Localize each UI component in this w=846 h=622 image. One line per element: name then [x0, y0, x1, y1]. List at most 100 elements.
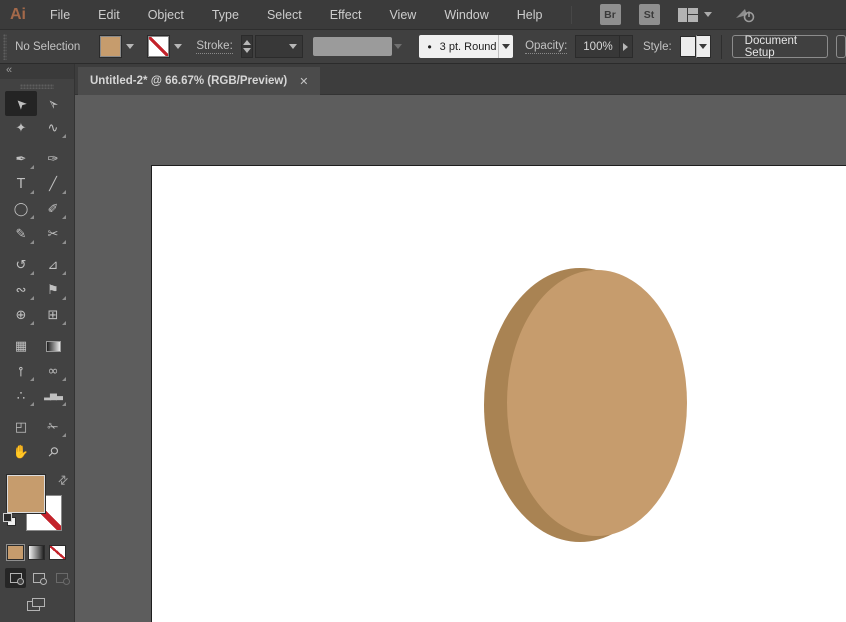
tool-mesh[interactable]: ▦: [5, 334, 37, 359]
brush-definition-field[interactable]: • 3 pt. Round: [419, 35, 498, 58]
brush-definition-dropdown[interactable]: [498, 35, 513, 58]
close-icon[interactable]: ✕: [299, 75, 308, 88]
workspace-switcher[interactable]: [678, 8, 712, 22]
opacity-label[interactable]: Opacity:: [525, 40, 567, 54]
pasteboard: [75, 95, 846, 622]
stroke-weight-label[interactable]: Stroke:: [196, 40, 232, 54]
gpu-performance-icon[interactable]: [734, 6, 756, 24]
tool-selection[interactable]: ➤: [5, 91, 37, 116]
none-button[interactable]: [49, 545, 66, 560]
style-swatch[interactable]: [680, 36, 696, 57]
tool-ellipse[interactable]: ◯: [5, 197, 37, 222]
tool-perspective-grid[interactable]: ⊞: [37, 303, 69, 328]
width-tool-icon: ∾: [16, 284, 27, 297]
controlbar-divider: [721, 35, 722, 59]
tool-column-graph[interactable]: ▂▅▃: [37, 384, 69, 409]
fill-indicator-swatch[interactable]: [7, 475, 45, 513]
toolbar-collapse-button[interactable]: «: [0, 64, 74, 79]
document-tab-title: Untitled-2* @ 66.67% (RGB/Preview): [90, 75, 287, 87]
tool-lasso[interactable]: ∿: [37, 116, 69, 141]
menu-window[interactable]: Window: [430, 0, 502, 30]
preferences-button-partial[interactable]: [836, 35, 846, 58]
tool-direct-selection[interactable]: ➢: [37, 91, 69, 116]
stroke-color-swatch[interactable]: [148, 36, 169, 57]
menu-object[interactable]: Object: [134, 0, 198, 30]
document-tab[interactable]: Untitled-2* @ 66.67% (RGB/Preview) ✕: [78, 67, 320, 95]
menu-file[interactable]: File: [36, 0, 84, 30]
fill-color-swatch[interactable]: [100, 36, 121, 57]
tool-pen[interactable]: ✒: [5, 147, 37, 172]
document-setup-button[interactable]: Document Setup: [732, 35, 828, 58]
panel-grip[interactable]: [3, 34, 7, 60]
draw-inside-button[interactable]: [51, 568, 72, 588]
toolbar-drag-handle[interactable]: [20, 84, 54, 89]
stroke-color-control[interactable]: [148, 35, 186, 58]
tool-curvature[interactable]: ✑: [37, 147, 69, 172]
stroke-dropdown-button[interactable]: [169, 35, 186, 58]
scissors-icon: ✂: [48, 228, 59, 241]
gradient-icon: [46, 341, 61, 352]
stroke-weight-select[interactable]: [255, 35, 303, 58]
artboard-icon: ◰: [15, 421, 27, 434]
bridge-button[interactable]: Br: [600, 4, 621, 25]
menu-view[interactable]: View: [375, 0, 430, 30]
default-fill-stroke-icon[interactable]: [3, 513, 16, 526]
tool-width[interactable]: ∾: [5, 278, 37, 303]
rotate-icon: ↺: [16, 259, 27, 272]
color-button[interactable]: [7, 545, 24, 560]
tool-symbol-sprayer[interactable]: ∴: [5, 384, 37, 409]
tool-scissors[interactable]: ✂: [37, 222, 69, 247]
opacity-slider-button[interactable]: [620, 35, 633, 58]
color-mode-row: [7, 545, 74, 560]
gradient-button[interactable]: [28, 545, 45, 560]
tool-blend[interactable]: ∞: [37, 359, 69, 384]
menu-select[interactable]: Select: [253, 0, 316, 30]
tool-slice[interactable]: ✁: [37, 415, 69, 440]
fill-dropdown-button[interactable]: [121, 35, 138, 58]
tool-paintbrush[interactable]: ✐: [37, 197, 69, 222]
tool-scale[interactable]: ⊿: [37, 253, 69, 278]
ellipse-icon: ◯: [14, 203, 29, 216]
screen-mode-icon: [32, 598, 45, 607]
chevron-down-icon: [502, 44, 510, 49]
illustrator-window: Ai File Edit Object Type Select Effect V…: [0, 0, 846, 622]
chevron-down-icon: [126, 44, 134, 49]
selection-status: No Selection: [15, 41, 80, 53]
tool-shape-builder[interactable]: ⊕: [5, 303, 37, 328]
tool-shaper[interactable]: ✎: [5, 222, 37, 247]
draw-normal-button[interactable]: [5, 568, 26, 588]
stepper-down-icon[interactable]: [243, 48, 251, 53]
tool-magic-wand[interactable]: ✦: [5, 116, 37, 141]
swap-fill-stroke-icon[interactable]: ⇄: [54, 471, 71, 488]
stepper-up-icon[interactable]: [243, 40, 251, 45]
tool-type[interactable]: T: [5, 172, 37, 197]
tool-eyedropper[interactable]: ⊸: [5, 359, 37, 384]
menu-help[interactable]: Help: [503, 0, 557, 30]
tool-line-segment[interactable]: ╱: [37, 172, 69, 197]
tool-zoom[interactable]: ⚲: [37, 440, 69, 465]
stroke-weight-stepper[interactable]: [241, 35, 253, 58]
hand-icon: ✋: [13, 446, 29, 459]
menu-type[interactable]: Type: [198, 0, 253, 30]
tool-gradient[interactable]: [37, 334, 69, 359]
tool-puppet-warp[interactable]: ⚑: [37, 278, 69, 303]
screen-mode-button[interactable]: [27, 598, 47, 612]
magic-wand-icon: ✦: [16, 122, 27, 135]
stroke-weight-dropdown[interactable]: [285, 35, 302, 58]
ellipse-shape[interactable]: [507, 270, 687, 536]
menu-edit[interactable]: Edit: [84, 0, 134, 30]
width-profile-dropdown: [392, 35, 406, 58]
column-graph-icon: ▂▅▃: [44, 392, 62, 401]
tool-artboard[interactable]: ◰: [5, 415, 37, 440]
shape-builder-icon: ⊕: [16, 309, 27, 322]
style-dropdown[interactable]: [696, 35, 711, 58]
tool-rotate[interactable]: ↺: [5, 253, 37, 278]
chevron-right-icon: [623, 43, 628, 51]
fill-stroke-indicator: ⇄: [0, 471, 74, 543]
opacity-input[interactable]: 100%: [575, 35, 619, 58]
menu-effect[interactable]: Effect: [316, 0, 376, 30]
tool-hand[interactable]: ✋: [5, 440, 37, 465]
draw-behind-button[interactable]: [28, 568, 49, 588]
stock-button[interactable]: St: [639, 4, 660, 25]
fill-color-control[interactable]: [100, 35, 138, 58]
